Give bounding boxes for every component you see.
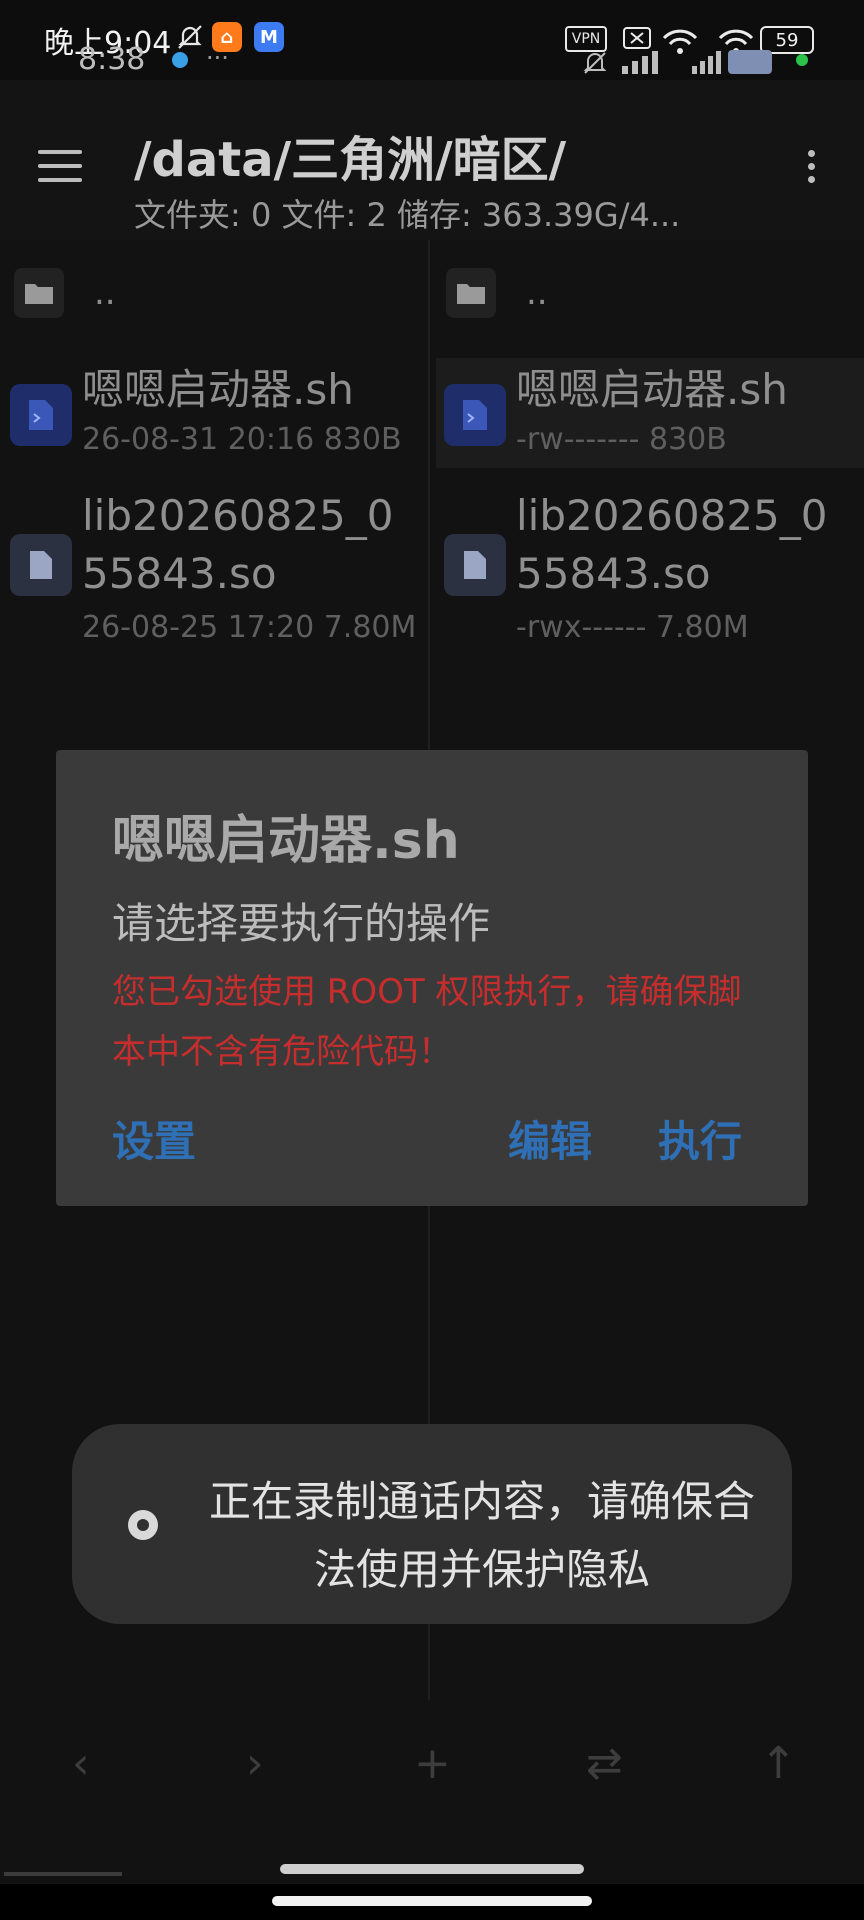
- menu-icon[interactable]: [38, 150, 82, 186]
- mute-bell-icon: [175, 22, 205, 52]
- file-meta: 26-08-25 17:20 7.80M: [82, 610, 417, 645]
- record-icon: [128, 1510, 158, 1540]
- folder-icon: [14, 268, 64, 318]
- back-button[interactable]: ‹: [72, 1738, 90, 1789]
- add-button[interactable]: +: [414, 1738, 451, 1789]
- parent-dir-label: ..: [526, 273, 548, 313]
- settings-button[interactable]: 设置: [112, 1108, 196, 1169]
- tab-indicator: [4, 1872, 122, 1876]
- parent-dir-label: ..: [94, 273, 116, 313]
- file-icon: [10, 534, 72, 596]
- action-dialog: 嗯嗯启动器.sh 请选择要执行的操作 您已勾选使用 ROOT 权限执行，请确保脚…: [56, 750, 808, 1206]
- page-title: /data/三角洲/暗区/: [134, 132, 567, 188]
- dialog-title: 嗯嗯启动器.sh: [112, 811, 460, 871]
- file-name-line2: 55843.so: [82, 549, 277, 598]
- swap-panes-button[interactable]: ⇄: [586, 1738, 623, 1789]
- file-name-line1: lib20260825_0: [82, 491, 394, 540]
- left-parent-dir-row[interactable]: ..: [14, 268, 116, 318]
- file-name: 嗯嗯启动器.sh: [516, 365, 788, 414]
- file-meta: 26-08-31 20:16 830B: [82, 422, 402, 457]
- file-name-line1: lib20260825_0: [516, 491, 828, 540]
- edit-button[interactable]: 编辑: [508, 1108, 592, 1169]
- folder-summary: 文件夹: 0 文件: 2 储存: 363.39G/4...: [134, 196, 681, 234]
- file-permissions: -rw------- 830B: [516, 422, 727, 457]
- file-name: 嗯嗯启动器.sh: [82, 365, 354, 414]
- script-file-icon: [444, 384, 506, 446]
- recording-toast: 正在录制通话内容，请确保合法使用并保护隐私: [72, 1424, 792, 1624]
- home-indicator[interactable]: [272, 1896, 592, 1906]
- file-permissions: -rwx------ 7.80M: [516, 610, 749, 645]
- bell-off-icon: [582, 50, 608, 80]
- dialog-message: 请选择要执行的操作: [112, 899, 491, 948]
- inner-battery-icon: [728, 50, 772, 74]
- forward-button[interactable]: ›: [246, 1738, 264, 1789]
- toast-message: 正在录制通话内容，请确保合法使用并保护隐私: [208, 1477, 755, 1594]
- signal-icon-2: [690, 50, 726, 78]
- script-file-icon: [10, 384, 72, 446]
- mail-icon: M: [254, 22, 284, 52]
- folder-icon: [446, 268, 496, 318]
- inner-home-indicator: [280, 1864, 584, 1874]
- privacy-dot-icon: [796, 54, 808, 66]
- execute-button[interactable]: 执行: [658, 1108, 742, 1169]
- inner-status-time: 8:38: [78, 42, 146, 77]
- more-options-icon[interactable]: [806, 150, 816, 190]
- right-parent-dir-row[interactable]: ..: [446, 268, 548, 318]
- root-warning: 您已勾选使用 ROOT 权限执行，请确保脚本中不含有危险代码！: [112, 972, 742, 1072]
- inner-status-dots: ···: [206, 44, 229, 72]
- file-icon: [444, 534, 506, 596]
- telegram-icon: [172, 52, 188, 68]
- vpn-icon: VPN: [565, 26, 607, 52]
- file-name-line2: 55843.so: [516, 549, 711, 598]
- up-directory-button[interactable]: ↑: [760, 1738, 797, 1789]
